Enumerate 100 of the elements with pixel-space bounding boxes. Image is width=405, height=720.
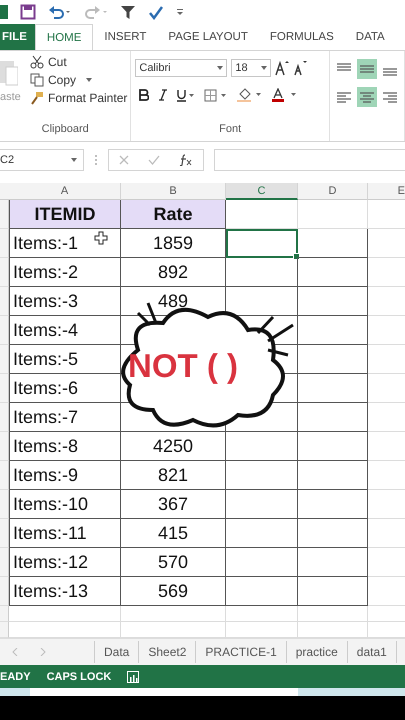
- empty-cell[interactable]: [298, 461, 368, 490]
- row-header[interactable]: [0, 606, 9, 622]
- row-header[interactable]: [0, 258, 9, 287]
- undo-icon[interactable]: [48, 4, 72, 20]
- ribbon-tab[interactable]: FORMULAS: [258, 24, 345, 50]
- formula-field[interactable]: [214, 148, 405, 170]
- empty-cell[interactable]: [298, 374, 368, 403]
- customize-dropdown-icon[interactable]: [176, 8, 184, 16]
- cursor-icon: [94, 231, 108, 245]
- decrease-font-icon[interactable]: [293, 60, 308, 76]
- empty-cell[interactable]: [298, 258, 368, 287]
- table-cell: Items:-11: [9, 519, 121, 548]
- select-all-corner[interactable]: [0, 183, 9, 200]
- copy-icon: [30, 73, 44, 87]
- format-painter-button[interactable]: Format Painter: [30, 91, 128, 105]
- sheet-tab[interactable]: Data: [95, 641, 140, 663]
- more-options-icon[interactable]: [94, 154, 98, 166]
- empty-cell[interactable]: [298, 432, 368, 461]
- ribbon-tab[interactable]: PAGE LAYOUT: [157, 24, 259, 50]
- empty-cell[interactable]: [226, 490, 298, 519]
- row-header[interactable]: [0, 316, 9, 345]
- sheet-tab[interactable]: practice: [286, 641, 348, 663]
- empty-cell[interactable]: [226, 432, 298, 461]
- sheet-tab[interactable]: Sheet2: [139, 641, 196, 663]
- empty-cell[interactable]: [298, 548, 368, 577]
- row-header[interactable]: [0, 577, 9, 606]
- table-header-cell: ITEMID: [9, 200, 121, 229]
- cut-button[interactable]: Cut: [30, 55, 128, 69]
- column-header[interactable]: B: [121, 183, 226, 200]
- empty-cell[interactable]: [298, 490, 368, 519]
- dropdown-caret-icon[interactable]: [261, 66, 268, 70]
- sheet-tab[interactable]: PRACTICE-1: [196, 641, 287, 663]
- row-header[interactable]: [0, 200, 9, 229]
- insert-function-icon[interactable]: [179, 154, 194, 166]
- align-middle-icon[interactable]: [357, 59, 377, 79]
- column-header[interactable]: A: [9, 183, 121, 200]
- column-header[interactable]: C: [226, 183, 298, 200]
- macro-record-icon[interactable]: [127, 670, 140, 682]
- empty-cell[interactable]: [226, 519, 298, 548]
- italic-icon[interactable]: [158, 89, 168, 101]
- group-label: Font: [219, 123, 242, 137]
- increase-font-icon[interactable]: [275, 60, 290, 76]
- font-name-field[interactable]: Calibri: [135, 59, 228, 77]
- row-header[interactable]: [0, 229, 9, 258]
- spelling-check-icon[interactable]: [148, 4, 164, 20]
- cancel-icon[interactable]: [118, 154, 129, 164]
- empty-cell[interactable]: [298, 345, 368, 374]
- scroll-thumb[interactable]: [30, 688, 298, 696]
- empty-cell[interactable]: [226, 577, 298, 606]
- column-header[interactable]: E: [368, 183, 405, 200]
- ribbon-tab[interactable]: DATA: [344, 24, 396, 50]
- empty-cell[interactable]: [226, 258, 298, 287]
- empty-cell[interactable]: [298, 316, 368, 345]
- dropdown-caret-icon[interactable]: [217, 66, 224, 70]
- status-text: CAPS LOCK: [46, 670, 112, 682]
- font-color-icon[interactable]: [272, 88, 298, 102]
- sheet-tab[interactable]: data1: [348, 641, 397, 663]
- copy-button[interactable]: Copy: [30, 73, 128, 87]
- row-header[interactable]: [0, 374, 9, 403]
- scroll-right-icon[interactable]: [40, 648, 46, 656]
- scroll-left-icon[interactable]: [12, 648, 18, 656]
- filter-icon[interactable]: [120, 4, 136, 20]
- table-cell: 367: [121, 490, 226, 519]
- row-header[interactable]: [0, 461, 9, 490]
- fill-color-icon[interactable]: [237, 88, 264, 102]
- dropdown-caret-icon[interactable]: [86, 78, 92, 82]
- row-header[interactable]: [0, 287, 9, 316]
- row-header[interactable]: [0, 432, 9, 461]
- ribbon-tab[interactable]: FILE: [0, 24, 35, 50]
- empty-cell[interactable]: [298, 519, 368, 548]
- table-cell: 415: [121, 519, 226, 548]
- enter-icon[interactable]: [148, 154, 160, 164]
- save-icon[interactable]: [20, 4, 36, 20]
- row-header[interactable]: [0, 345, 9, 374]
- ribbon-tab[interactable]: INSERT: [93, 24, 158, 50]
- row-header[interactable]: [0, 403, 9, 432]
- empty-cell[interactable]: [298, 403, 368, 432]
- row-header[interactable]: [0, 548, 9, 577]
- column-header[interactable]: D: [298, 183, 368, 200]
- empty-cell[interactable]: [298, 229, 368, 258]
- name-box[interactable]: C2: [0, 148, 84, 170]
- empty-cell[interactable]: [298, 577, 368, 606]
- row-header[interactable]: [0, 622, 9, 638]
- empty-cell[interactable]: [226, 461, 298, 490]
- row-header[interactable]: [0, 519, 9, 548]
- font-size-field[interactable]: 18: [231, 59, 272, 77]
- bold-icon[interactable]: [139, 89, 150, 101]
- redo-icon[interactable]: [84, 4, 108, 20]
- table-cell: Items:-9: [9, 461, 121, 490]
- underline-icon[interactable]: [177, 88, 196, 102]
- ribbon-tab[interactable]: HOME: [34, 24, 94, 50]
- empty-cell[interactable]: [298, 287, 368, 316]
- borders-icon[interactable]: [204, 88, 228, 102]
- table-cell: Items:-12: [9, 548, 121, 577]
- dropdown-caret-icon[interactable]: [71, 158, 77, 162]
- scroll-bar[interactable]: [0, 688, 405, 696]
- empty-cell[interactable]: [226, 548, 298, 577]
- row-header[interactable]: [0, 490, 9, 519]
- selected-cell[interactable]: [226, 229, 298, 258]
- align-center-icon[interactable]: [357, 87, 377, 107]
